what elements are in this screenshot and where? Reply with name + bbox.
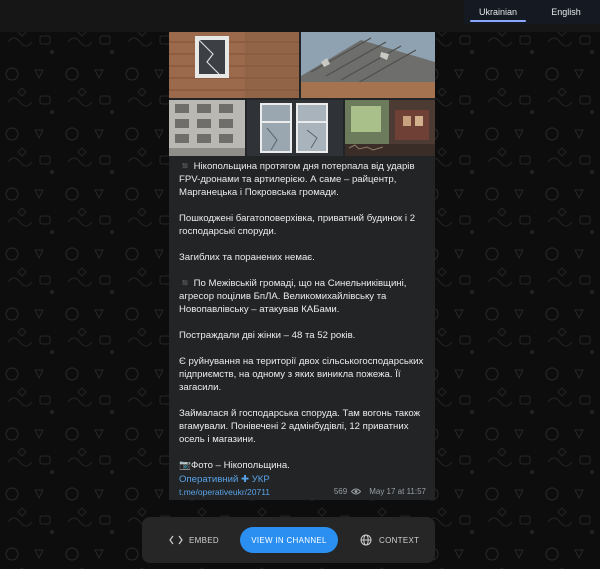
context-label: CONTEXT	[379, 535, 420, 545]
photo-apartment-block[interactable]	[169, 100, 245, 156]
language-switcher: Ukrainian English	[464, 0, 600, 24]
photo-debris-room[interactable]	[345, 100, 435, 156]
channel-author-link[interactable]: Оперативний ✚ УКР	[179, 474, 270, 485]
post-date: May 17 at 11:57	[369, 487, 426, 496]
action-bar: EMBED VIEW IN CHANNEL CONTEXT	[142, 517, 435, 563]
lang-tab-ukrainian[interactable]: Ukrainian	[464, 0, 532, 24]
photo-grid	[169, 32, 435, 156]
view-in-channel-button[interactable]: VIEW IN CHANNEL	[240, 527, 338, 553]
embed-button[interactable]: EMBED	[169, 517, 219, 563]
post-paragraph: Постраждали дві жінки – 48 та 52 років.	[179, 330, 356, 341]
photo-damaged-roof[interactable]	[301, 32, 435, 98]
post-paragraph: 📷Фото – Нікопольщина.	[179, 460, 290, 471]
post-paragraph: Загиблих та поранених немає.	[179, 252, 315, 263]
post-meta: 569 May 17 at 11:57	[334, 487, 426, 496]
post-paragraph: ◾️ По Межівській громаді, що на Синельни…	[179, 278, 407, 315]
post-permalink[interactable]: t.me/operativeukr/20711	[179, 487, 270, 497]
post-paragraph: Пошкоджені багатоповерхівка, приватний б…	[179, 213, 416, 237]
view-count: 569	[333, 487, 348, 496]
post-text: ◾️ Нікопольщина протягом дня потерпала в…	[179, 160, 429, 485]
post-paragraph: Займалася й господарська споруда. Там во…	[179, 408, 421, 445]
context-button[interactable]: CONTEXT	[360, 517, 419, 563]
photo-damaged-window[interactable]	[169, 32, 299, 98]
telegram-post: ◾️ Нікопольщина протягом дня потерпала в…	[169, 32, 435, 500]
code-icon	[169, 535, 183, 545]
post-paragraph: Є руйнування на території двох сільськог…	[179, 356, 424, 393]
globe-icon	[360, 534, 372, 546]
lang-tab-english[interactable]: English	[532, 0, 600, 24]
embed-label: EMBED	[189, 535, 219, 545]
post-paragraph: ◾️ Нікопольщина протягом дня потерпала в…	[179, 161, 415, 198]
photo-broken-window-interior[interactable]	[247, 100, 343, 156]
eye-icon	[351, 488, 362, 495]
